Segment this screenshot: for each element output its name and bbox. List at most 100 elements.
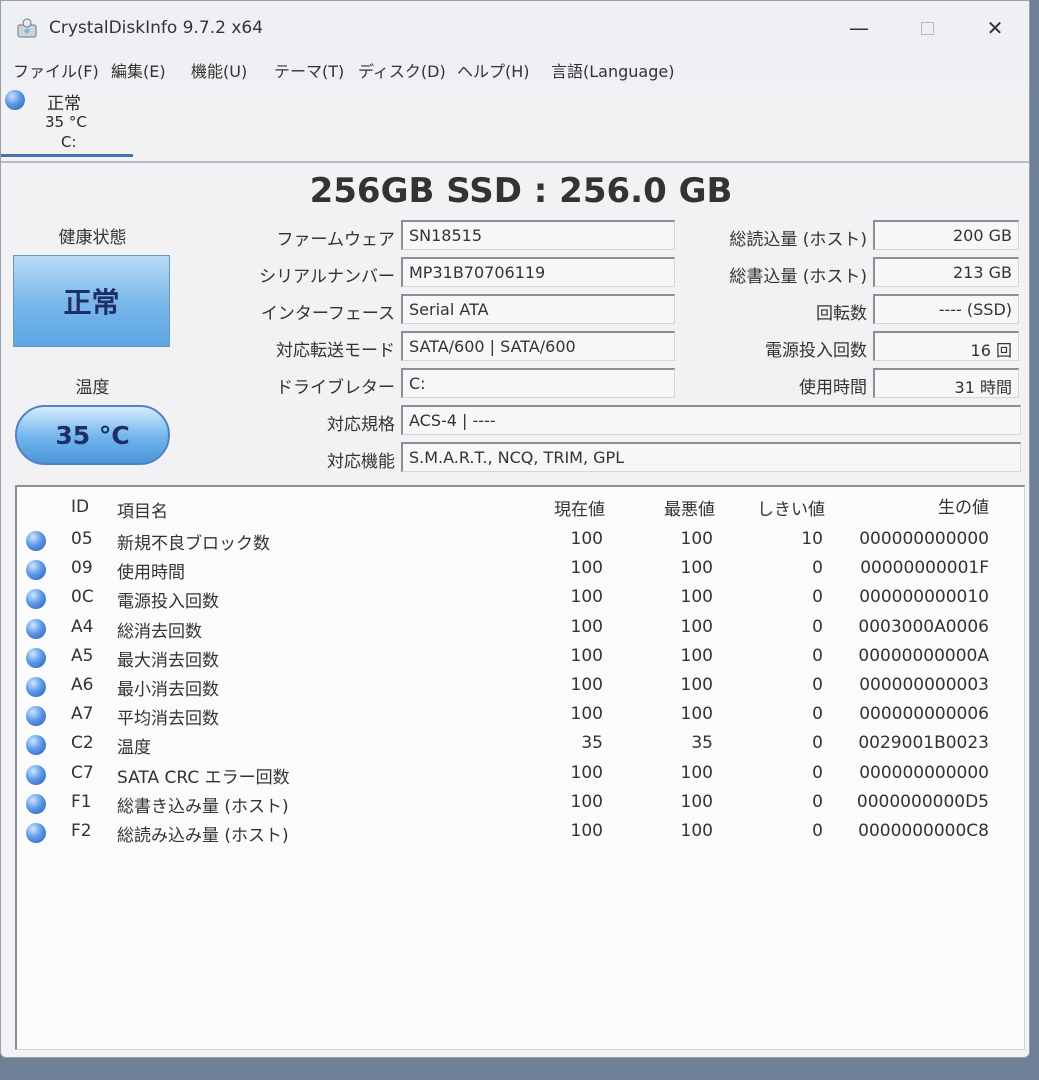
- health-status-button[interactable]: 正常: [13, 255, 170, 347]
- smart-attributes-table[interactable]: ID 項目名 現在値 最悪値 しきい値 生の値 05 新規不良ブロック数 100 10…: [15, 485, 1025, 1050]
- row-current: 100: [570, 617, 603, 637]
- col-header-raw[interactable]: 生の値: [827, 493, 989, 518]
- transfer-mode-label: 対応転送モード: [276, 341, 395, 361]
- features-field: S.M.A.R.T., NCQ, TRIM, GPL: [401, 442, 1021, 472]
- host-reads-field: 200 GB: [873, 220, 1019, 250]
- row-threshold: 0: [812, 558, 823, 578]
- table-row[interactable]: C7 SATA CRC エラー回数 100 100 0 000000000000: [17, 763, 1017, 789]
- power-on-hours-field: 31 時間: [873, 368, 1019, 398]
- maximize-button[interactable]: [907, 13, 947, 43]
- health-status-dot-icon: [5, 90, 25, 110]
- host-writes-label: 総書込量 (ホスト): [729, 267, 867, 287]
- minimize-button[interactable]: —: [839, 13, 879, 43]
- menu-help[interactable]: ヘルプ(H): [457, 58, 530, 82]
- temperature-display[interactable]: 35 °C: [15, 405, 170, 465]
- menu-theme[interactable]: テーマ(T): [274, 58, 344, 82]
- table-row[interactable]: F2 総読み込み量 (ホスト) 100 100 0 0000000000C8: [17, 821, 1017, 847]
- row-threshold: 0: [812, 763, 823, 783]
- row-current: 100: [570, 675, 603, 695]
- row-threshold: 10: [801, 529, 823, 549]
- status-dot-icon: [26, 794, 46, 814]
- close-icon: ✕: [986, 16, 1004, 40]
- row-raw: 000000000003: [859, 675, 989, 695]
- col-header-name[interactable]: 項目名: [117, 497, 168, 522]
- features-label: 対応機能: [327, 452, 395, 472]
- table-row[interactable]: A5 最大消去回数 100 100 0 00000000000A: [17, 646, 1017, 672]
- power-on-hours-label: 使用時間: [799, 378, 867, 398]
- col-header-worst[interactable]: 最悪値: [607, 495, 715, 520]
- col-header-threshold[interactable]: しきい値: [717, 495, 825, 520]
- row-current: 100: [570, 558, 603, 578]
- table-row[interactable]: F1 総書き込み量 (ホスト) 100 100 0 0000000000D5: [17, 792, 1017, 818]
- row-name: 総消去回数: [117, 622, 202, 642]
- standard-label: 対応規格: [327, 415, 395, 435]
- status-dot-icon: [26, 823, 46, 843]
- rotation-label: 回転数: [816, 304, 867, 324]
- row-raw: 000000000000: [859, 529, 989, 549]
- app-window: CrystalDiskInfo 9.7.2 x64 — ✕ ファイル(F) 編集…: [0, 0, 1030, 1058]
- row-raw: 0003000A0006: [858, 617, 989, 637]
- close-button[interactable]: ✕: [975, 13, 1015, 43]
- row-id: 05: [71, 529, 93, 549]
- row-name: 電源投入回数: [117, 592, 219, 612]
- row-current: 35: [581, 733, 603, 753]
- menu-edit[interactable]: 編集(E): [111, 58, 166, 82]
- row-threshold: 0: [812, 646, 823, 666]
- status-dot-icon: [26, 589, 46, 609]
- table-row[interactable]: 0C 電源投入回数 100 100 0 000000000010: [17, 587, 1017, 613]
- row-raw: 0000000000C8: [858, 821, 989, 841]
- table-row[interactable]: C2 温度 35 35 0 0029001B0023: [17, 733, 1017, 759]
- row-id: A6: [71, 675, 94, 695]
- row-id: A5: [71, 646, 94, 666]
- row-worst: 100: [680, 617, 713, 637]
- row-threshold: 0: [812, 792, 823, 812]
- row-threshold: 0: [812, 675, 823, 695]
- table-row[interactable]: 05 新規不良ブロック数 100 100 10 000000000000: [17, 529, 1017, 555]
- row-name: SATA CRC エラー回数: [117, 768, 290, 788]
- row-worst: 100: [680, 763, 713, 783]
- col-header-id[interactable]: ID: [71, 497, 89, 517]
- divider: [1, 161, 1029, 163]
- row-current: 100: [570, 821, 603, 841]
- row-id: A4: [71, 617, 94, 637]
- table-row[interactable]: A6 最小消去回数 100 100 0 000000000003: [17, 675, 1017, 701]
- row-id: F2: [71, 821, 92, 841]
- disk-tab-c[interactable]: 正常 35 °C C:: [1, 85, 133, 157]
- row-current: 100: [570, 792, 603, 812]
- row-name: 使用時間: [117, 563, 185, 583]
- row-worst: 100: [680, 529, 713, 549]
- firmware-label: ファームウェア: [276, 230, 396, 250]
- row-worst: 100: [680, 675, 713, 695]
- row-worst: 35: [691, 733, 713, 753]
- power-on-count-label: 電源投入回数: [765, 341, 867, 361]
- row-name: 最小消去回数: [117, 680, 219, 700]
- host-writes-field: 213 GB: [873, 257, 1019, 287]
- row-current: 100: [570, 763, 603, 783]
- firmware-field: SN18515: [401, 220, 675, 250]
- col-header-current[interactable]: 現在値: [497, 495, 605, 520]
- table-row[interactable]: A7 平均消去回数 100 100 0 000000000006: [17, 704, 1017, 730]
- status-dot-icon: [26, 706, 46, 726]
- menu-disk[interactable]: ディスク(D): [358, 58, 446, 82]
- row-threshold: 0: [812, 821, 823, 841]
- serial-label: シリアルナンバー: [259, 267, 395, 287]
- row-name: 温度: [117, 738, 151, 758]
- row-name: 総書き込み量 (ホスト): [117, 797, 289, 817]
- row-name: 平均消去回数: [117, 709, 219, 729]
- row-id: C2: [71, 733, 94, 753]
- status-dot-icon: [26, 560, 46, 580]
- disk-tab-temp: 35 °C: [45, 113, 87, 131]
- disk-model-title: 256GB SSD : 256.0 GB: [309, 171, 733, 211]
- row-threshold: 0: [812, 704, 823, 724]
- table-row[interactable]: A4 総消去回数 100 100 0 0003000A0006: [17, 617, 1017, 643]
- menu-file[interactable]: ファイル(F): [13, 58, 99, 82]
- menu-language[interactable]: 言語(Language): [551, 58, 674, 82]
- row-worst: 100: [680, 646, 713, 666]
- power-on-count-field: 16 回: [873, 331, 1019, 361]
- drive-letter-label: ドライブレター: [276, 378, 395, 398]
- table-row[interactable]: 09 使用時間 100 100 0 00000000001F: [17, 558, 1017, 584]
- row-raw: 00000000001F: [860, 558, 989, 578]
- status-dot-icon: [26, 735, 46, 755]
- menu-function[interactable]: 機能(U): [191, 58, 247, 82]
- serial-field: MP31B70706119: [401, 257, 675, 287]
